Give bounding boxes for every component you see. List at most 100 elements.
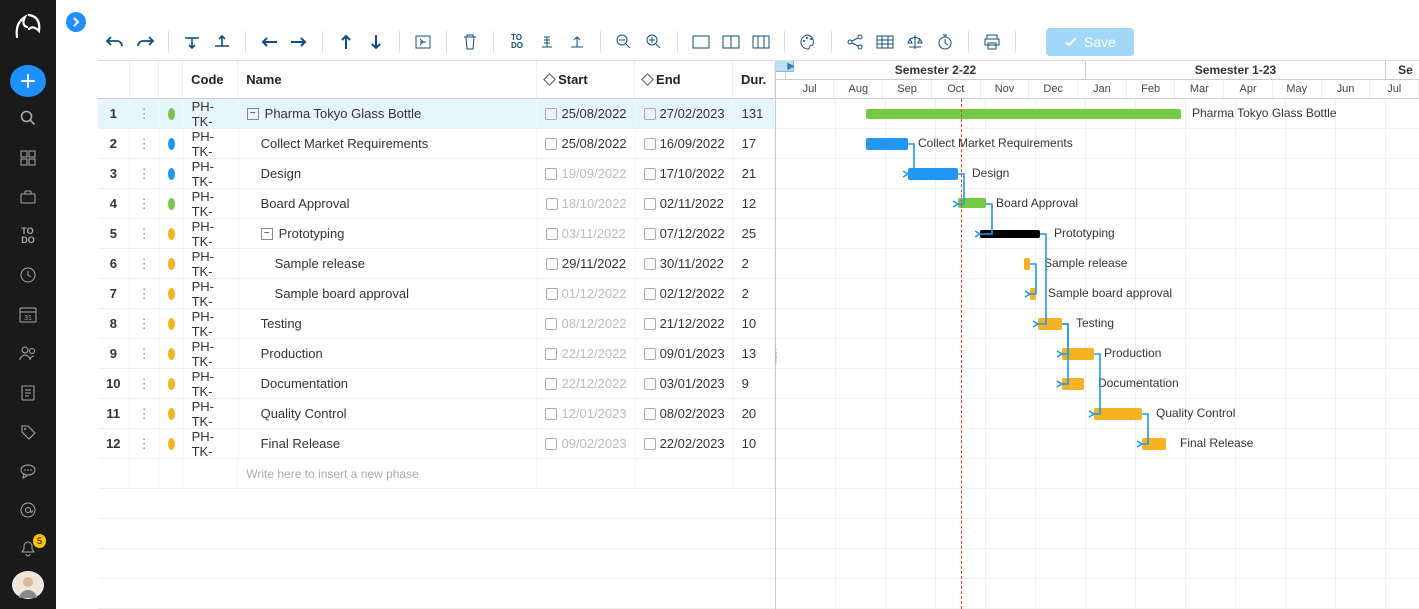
duration-cell[interactable]: 10 (734, 309, 775, 338)
checkbox[interactable] (546, 288, 558, 300)
start-cell[interactable]: 03/11/2022 (538, 219, 636, 248)
end-cell[interactable]: 08/02/2023 (636, 399, 734, 428)
table-row[interactable]: 6⋮PH-TK-Sample release29/11/202230/11/20… (98, 249, 775, 279)
table-row[interactable]: 7⋮PH-TK-Sample board approval01/12/20220… (98, 279, 775, 309)
checkbox[interactable] (546, 258, 558, 270)
balance-button[interactable] (902, 29, 928, 55)
duration-cell[interactable]: 13 (734, 339, 775, 368)
start-cell[interactable]: 19/09/2022 (537, 159, 635, 188)
add-button[interactable] (10, 65, 46, 97)
gantt-body[interactable]: Pharma Tokyo Glass BottleCollect Market … (776, 99, 1419, 609)
start-cell[interactable]: 29/11/2022 (538, 249, 636, 278)
table-row[interactable]: 8⋮PH-TK-Testing08/12/202221/12/202210 (98, 309, 775, 339)
undo-button[interactable] (102, 29, 128, 55)
name-cell[interactable]: −Pharma Tokyo Glass Bottle (239, 99, 538, 128)
search-icon[interactable] (8, 101, 48, 136)
view-gantt-only-button[interactable] (688, 29, 714, 55)
start-cell[interactable]: 25/08/2022 (537, 129, 635, 158)
table-row[interactable]: 2⋮PH-TK-Collect Market Requirements25/08… (98, 129, 775, 159)
end-cell[interactable]: 07/12/2022 (636, 219, 734, 248)
checkbox[interactable] (546, 198, 558, 210)
todo-icon[interactable]: TO DO (8, 218, 48, 253)
indent-button[interactable] (286, 29, 312, 55)
duration-cell[interactable]: 131 (734, 99, 775, 128)
duration-cell[interactable]: 9 (734, 369, 775, 398)
status-dot[interactable] (160, 339, 184, 368)
checkbox[interactable] (644, 258, 656, 270)
share-button[interactable] (842, 29, 868, 55)
name-cell[interactable]: Collect Market Requirements (239, 129, 538, 158)
table-row[interactable]: 10⋮PH-TK-Documentation22/12/202203/01/20… (98, 369, 775, 399)
todo-button[interactable]: TO DO (504, 29, 530, 55)
code-cell[interactable]: PH-TK- (184, 279, 239, 308)
checkbox[interactable] (644, 228, 656, 240)
start-cell[interactable]: 22/12/2022 (537, 369, 635, 398)
end-cell[interactable]: 02/11/2022 (636, 189, 734, 218)
end-cell[interactable]: 02/12/2022 (636, 279, 734, 308)
level-button[interactable] (564, 29, 590, 55)
drag-handle-icon[interactable]: ⋮ (130, 219, 160, 248)
checkbox[interactable] (545, 318, 557, 330)
name-cell[interactable]: Testing (239, 309, 538, 338)
end-cell[interactable]: 09/01/2023 (636, 339, 734, 368)
timeline-scroll-handle[interactable]: ◀▶ (776, 61, 794, 72)
header-name[interactable]: Name (238, 61, 537, 98)
move-down-button[interactable] (363, 29, 389, 55)
calendar-icon[interactable]: 31 (8, 297, 48, 332)
code-cell[interactable]: PH-TK- (184, 369, 239, 398)
expand-sidebar-button[interactable] (66, 12, 86, 32)
table-row[interactable]: 11⋮PH-TK-Quality Control12/01/202308/02/… (98, 399, 775, 429)
insert-above-button[interactable] (179, 29, 205, 55)
end-cell[interactable]: 22/02/2023 (636, 429, 734, 458)
palette-button[interactable] (795, 29, 821, 55)
name-cell[interactable]: Design (239, 159, 538, 188)
start-cell[interactable]: 09/02/2023 (537, 429, 635, 458)
status-dot[interactable] (160, 189, 184, 218)
code-cell[interactable]: PH-TK- (184, 189, 239, 218)
name-cell[interactable]: Production (239, 339, 538, 368)
splitter-handle[interactable]: ⋮⋮⋮ (772, 351, 780, 377)
at-icon[interactable] (8, 493, 48, 528)
collapse-icon[interactable]: − (261, 228, 273, 240)
drag-handle-icon[interactable]: ⋮ (130, 129, 160, 158)
zoom-in-button[interactable] (641, 29, 667, 55)
end-cell[interactable]: 21/12/2022 (636, 309, 734, 338)
code-cell[interactable]: PH-TK- (184, 429, 239, 458)
status-dot[interactable] (160, 429, 184, 458)
checkbox[interactable] (644, 288, 656, 300)
table-row[interactable]: 3⋮PH-TK-Design19/09/202217/10/202221 (98, 159, 775, 189)
gantt-bar[interactable] (1030, 288, 1036, 300)
code-cell[interactable]: PH-TK- (184, 309, 239, 338)
gantt-bar[interactable] (980, 230, 1040, 238)
chat-icon[interactable] (8, 453, 48, 488)
start-cell[interactable]: 08/12/2022 (537, 309, 635, 338)
start-cell[interactable]: 22/12/2022 (537, 339, 635, 368)
checkbox[interactable] (545, 348, 557, 360)
duration-cell[interactable]: 2 (734, 279, 775, 308)
delete-button[interactable] (457, 29, 483, 55)
code-cell[interactable]: PH-TK- (184, 129, 239, 158)
status-dot[interactable] (160, 159, 184, 188)
print-button[interactable] (979, 29, 1005, 55)
critical-path-button[interactable] (534, 29, 560, 55)
duration-cell[interactable]: 20 (734, 399, 775, 428)
view-split-button[interactable] (718, 29, 744, 55)
start-cell[interactable]: 01/12/2022 (538, 279, 636, 308)
tag-icon[interactable] (8, 414, 48, 449)
checkbox[interactable] (644, 168, 656, 180)
header-dur[interactable]: Dur. (733, 61, 775, 98)
drag-handle-icon[interactable]: ⋮ (130, 159, 160, 188)
gantt-bar[interactable] (958, 198, 986, 208)
end-cell[interactable]: 03/01/2023 (636, 369, 734, 398)
checkbox[interactable] (644, 318, 656, 330)
name-cell[interactable]: Final Release (239, 429, 538, 458)
zoom-out-button[interactable] (611, 29, 637, 55)
table-row[interactable]: 4⋮PH-TK-Board Approval18/10/202202/11/20… (98, 189, 775, 219)
checkbox[interactable] (644, 408, 656, 420)
drag-handle-icon[interactable]: ⋮ (130, 189, 160, 218)
status-dot[interactable] (160, 219, 184, 248)
gantt-bar[interactable] (866, 109, 1181, 119)
duration-cell[interactable]: 10 (734, 429, 775, 458)
status-dot[interactable] (160, 99, 184, 128)
briefcase-icon[interactable] (8, 179, 48, 214)
